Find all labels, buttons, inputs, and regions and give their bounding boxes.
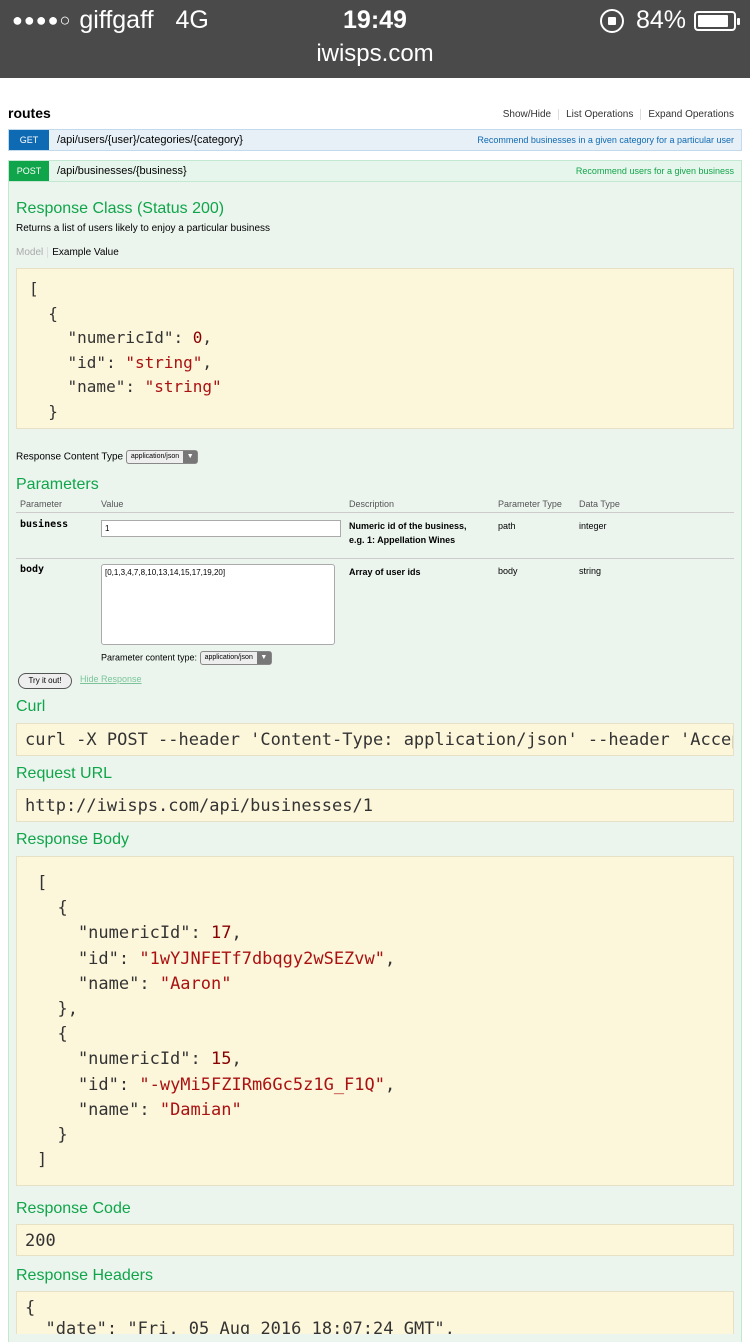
divider xyxy=(16,512,734,513)
param-description: Numeric id of the business, e.g. 1: Appe… xyxy=(349,521,467,545)
chevron-down-icon: ▼ xyxy=(183,451,198,463)
curl-command: curl -X POST --header 'Content-Type: app… xyxy=(16,723,734,756)
request-url-heading: Request URL xyxy=(16,765,113,782)
rotation-lock-icon xyxy=(599,8,624,33)
column-description: Description xyxy=(349,499,395,509)
response-body-code: [ { "numericId": 17, "id": "1wYJNFETf7db… xyxy=(16,856,734,1186)
response-class-description: Returns a list of users likely to enjoy … xyxy=(16,223,271,234)
response-headers-code: { "date": "Fri, 05 Aug 2016 18:07:24 GMT… xyxy=(16,1291,734,1334)
address-bar[interactable]: iwisps.com xyxy=(0,40,750,68)
param-description: Array of user ids xyxy=(349,567,421,577)
response-headers-heading: Response Headers xyxy=(16,1267,153,1284)
data-type: string xyxy=(579,566,602,576)
list-operations-link[interactable]: List Operations xyxy=(559,109,642,120)
request-url-value: http://iwisps.com/api/businesses/1 xyxy=(16,789,734,822)
expand-operations-link[interactable]: Expand Operations xyxy=(641,109,734,120)
response-content-type-select[interactable]: application/json ▼ xyxy=(125,450,199,464)
column-value: Value xyxy=(101,499,124,509)
operation-path[interactable]: /api/users/{user}/categories/{category} xyxy=(57,134,477,146)
response-body-heading: Response Body xyxy=(16,831,129,848)
column-parameter: Parameter xyxy=(20,499,63,509)
operation-get-user-categories[interactable]: GET /api/users/{user}/categories/{catego… xyxy=(8,129,742,151)
tab-model[interactable]: Model xyxy=(16,247,49,258)
response-code-heading: Response Code xyxy=(16,1200,131,1217)
parameter-content-type-label: Parameter content type: xyxy=(101,652,198,663)
data-type: integer xyxy=(579,521,607,531)
body-textarea[interactable]: [0,1,3,4,7,8,10,13,14,15,17,19,20] xyxy=(101,564,335,645)
operation-path[interactable]: /api/businesses/{business} xyxy=(57,165,576,177)
status-bar: ●●●●○ giffgaff 4G 19:49 84% iwisps.com xyxy=(0,0,750,78)
show-hide-link[interactable]: Show/Hide xyxy=(496,109,560,120)
method-badge[interactable]: POST xyxy=(9,161,49,181)
resource-title[interactable]: routes xyxy=(8,105,51,121)
operation-post-business[interactable]: POST /api/businesses/{business} Recommen… xyxy=(8,160,742,182)
business-input[interactable]: 1 xyxy=(101,520,341,537)
param-type: path xyxy=(498,521,516,531)
param-name-body: body xyxy=(20,564,45,575)
example-value-code: [ { "numericId": 0, "id": "string", "nam… xyxy=(16,268,734,429)
method-badge[interactable]: GET xyxy=(9,130,49,150)
hide-response-link[interactable]: Hide Response xyxy=(80,674,142,684)
battery-area: 84% xyxy=(599,6,740,35)
operation-summary[interactable]: Recommend users for a given business xyxy=(576,166,734,176)
route-links: Show/Hide List Operations Expand Operati… xyxy=(496,109,734,120)
operation-summary[interactable]: Recommend businesses in a given category… xyxy=(477,135,734,145)
response-class-heading: Response Class (Status 200) xyxy=(16,200,225,217)
divider xyxy=(16,558,734,559)
tab-example-value[interactable]: Example Value xyxy=(48,247,119,258)
response-code-value: 200 xyxy=(16,1224,734,1256)
chevron-down-icon: ▼ xyxy=(256,652,271,664)
battery-icon xyxy=(694,10,740,31)
response-content-type-row: Response Content Type application/json ▼ xyxy=(16,450,199,464)
column-data-type: Data Type xyxy=(579,499,620,509)
parameter-content-type-row: Parameter content type: application/json… xyxy=(101,651,272,665)
battery-percent: 84% xyxy=(635,6,686,34)
try-it-out-button[interactable]: Try it out! xyxy=(18,673,72,689)
routes-header: routes Show/Hide List Operations Expand … xyxy=(8,103,738,123)
model-tabs: Model Example Value xyxy=(16,247,119,258)
param-name-business: business xyxy=(20,519,69,530)
column-parameter-type: Parameter Type xyxy=(498,499,562,509)
response-content-type-label: Response Content Type xyxy=(16,451,124,463)
parameter-content-type-select[interactable]: application/json ▼ xyxy=(199,651,272,665)
parameters-heading: Parameters xyxy=(16,476,99,493)
curl-heading: Curl xyxy=(16,698,46,715)
param-type: body xyxy=(498,566,518,576)
